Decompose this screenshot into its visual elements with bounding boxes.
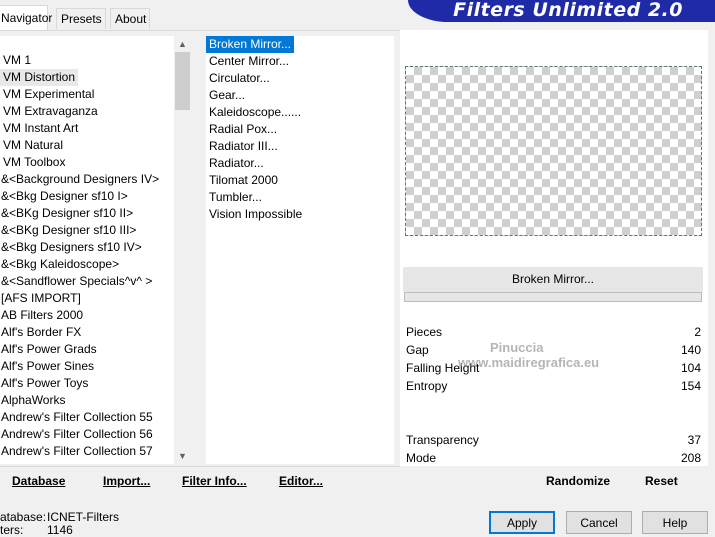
tab-presets[interactable]: Presets <box>56 8 106 29</box>
category-scrollbar[interactable]: ▲ ▼ <box>174 36 191 464</box>
category-item[interactable]: VM Distortion <box>0 69 79 86</box>
editor-label: Editor... <box>279 474 324 488</box>
category-item[interactable]: &<Bkg Designer sf10 I> <box>0 188 131 205</box>
randomize-button[interactable]: Randomize <box>546 474 610 488</box>
help-button[interactable]: Help <box>642 511 708 534</box>
category-item[interactable]: VM Extravaganza <box>0 103 101 120</box>
tab-about[interactable]: About <box>110 8 150 29</box>
filter-list[interactable]: Broken Mirror... Center Mirror... Circulat… <box>206 36 394 464</box>
scroll-thumb[interactable] <box>175 52 190 110</box>
param-label: Entropy <box>406 379 448 393</box>
watermark: Pinuccia www.maidiregrafica.eu <box>458 340 599 370</box>
category-item[interactable]: Alf's Power Toys <box>0 375 91 392</box>
param-value[interactable]: 208 <box>681 449 701 467</box>
category-item[interactable]: VM Toolbox <box>0 154 68 171</box>
param-value[interactable]: 37 <box>688 431 701 449</box>
tab-bar: Navigator Presets About <box>0 0 400 31</box>
preview-image[interactable] <box>405 66 702 236</box>
category-item[interactable]: VM Natural <box>0 137 66 154</box>
category-item[interactable]: AB Filters 2000 <box>0 307 86 324</box>
preview-filter-name: Broken Mirror... <box>403 267 703 292</box>
category-item[interactable]: VM Experimental <box>0 86 97 103</box>
status-filters-label: ters: <box>0 523 24 537</box>
database-label: Database <box>12 474 66 488</box>
category-item[interactable]: Andrew's Filter Collection 55 <box>0 409 156 426</box>
watermark-name: Pinuccia <box>490 340 544 355</box>
filter-item[interactable]: Center Mirror... <box>206 53 292 70</box>
category-item[interactable]: &<Bkg Kaleidoscope> <box>0 256 122 273</box>
param-row-pieces[interactable]: Pieces 2 <box>403 323 703 341</box>
category-item[interactable]: VM 1 <box>0 52 34 69</box>
param-row-entropy[interactable]: Entropy 154 <box>403 377 703 395</box>
param-label: Gap <box>406 343 429 357</box>
database-button[interactable]: Database <box>12 474 65 488</box>
category-list[interactable]: VM 1 VM Distortion VM Experimental VM Extra… <box>0 36 174 464</box>
filter-item[interactable]: Radiator... <box>206 155 267 172</box>
apply-button[interactable]: Apply <box>489 511 555 534</box>
param-row-transparency[interactable]: Transparency 37 <box>403 431 703 449</box>
category-item[interactable]: Andrew's Filter Collection 57 <box>0 443 156 460</box>
filter-item[interactable]: Vision Impossible <box>206 206 305 223</box>
filter-item[interactable]: Gear... <box>206 87 248 104</box>
param-label: Mode <box>406 451 437 465</box>
import-button[interactable]: Import... <box>103 474 150 488</box>
category-item[interactable]: &<Bkg Designers sf10 IV> <box>0 239 145 256</box>
category-item[interactable]: &<BKg Designer sf10 III> <box>0 222 139 239</box>
category-item[interactable]: Alf's Border FX <box>0 324 84 341</box>
filter-item[interactable]: Tilomat 2000 <box>206 172 281 189</box>
filter-info-label: Filter Info... <box>182 474 247 488</box>
param-value[interactable]: 104 <box>681 359 701 377</box>
title-banner: Filters Unlimited 2.0 <box>408 0 715 22</box>
category-item[interactable]: &<Background Designers IV> <box>0 171 162 188</box>
progress-bar <box>404 292 702 302</box>
filters-unlimited-window: { "app": {"title": "Filters Unlimited 2.… <box>0 0 715 537</box>
param-row-mode[interactable]: Mode 208 <box>403 449 703 467</box>
category-item[interactable]: Alf's Power Sines <box>0 358 97 375</box>
param-label: Transparency <box>406 433 479 447</box>
param-label: Pieces <box>406 325 443 339</box>
filter-item[interactable]: Radiator III... <box>206 138 281 155</box>
watermark-url: www.maidiregrafica.eu <box>458 355 600 370</box>
category-item[interactable]: Alf's Power Grads <box>0 341 100 358</box>
scroll-up-icon[interactable]: ▲ <box>174 36 191 52</box>
reset-button[interactable]: Reset <box>645 474 678 488</box>
scroll-down-icon[interactable]: ▼ <box>174 448 191 464</box>
status-labels: atabase: ters: <box>0 511 46 537</box>
category-item[interactable]: &<Sandflower Specials^v^ > <box>0 273 155 290</box>
filter-item[interactable]: Tumbler... <box>206 189 265 206</box>
editor-button[interactable]: Editor... <box>279 474 323 488</box>
category-item[interactable]: [AFS IMPORT] <box>0 290 84 307</box>
filter-item[interactable]: Circulator... <box>206 70 273 87</box>
filter-info-button[interactable]: Filter Info... <box>182 474 247 488</box>
category-item[interactable]: VM Instant Art <box>0 120 81 137</box>
filter-item[interactable]: Radial Pox... <box>206 121 280 138</box>
filter-item[interactable]: Broken Mirror... <box>206 36 295 53</box>
param-value[interactable]: 154 <box>681 377 701 395</box>
app-title: Filters Unlimited 2.0 <box>453 0 683 21</box>
status-values: ICNET-Filters 1146 <box>47 511 119 537</box>
filter-item[interactable]: Kaleidoscope...... <box>206 104 304 121</box>
status-filters-value: 1146 <box>47 523 73 537</box>
cancel-button[interactable]: Cancel <box>566 511 632 534</box>
param-value[interactable]: 140 <box>681 341 701 359</box>
category-item[interactable]: AlphaWorks <box>0 392 68 409</box>
param-value[interactable]: 2 <box>694 323 701 341</box>
tab-navigator[interactable]: Navigator <box>0 5 52 30</box>
import-label: Import... <box>103 474 151 488</box>
category-item[interactable]: Andrew's Filter Collection 56 <box>0 426 156 443</box>
category-item[interactable]: &<BKg Designer sf10 II> <box>0 205 136 222</box>
